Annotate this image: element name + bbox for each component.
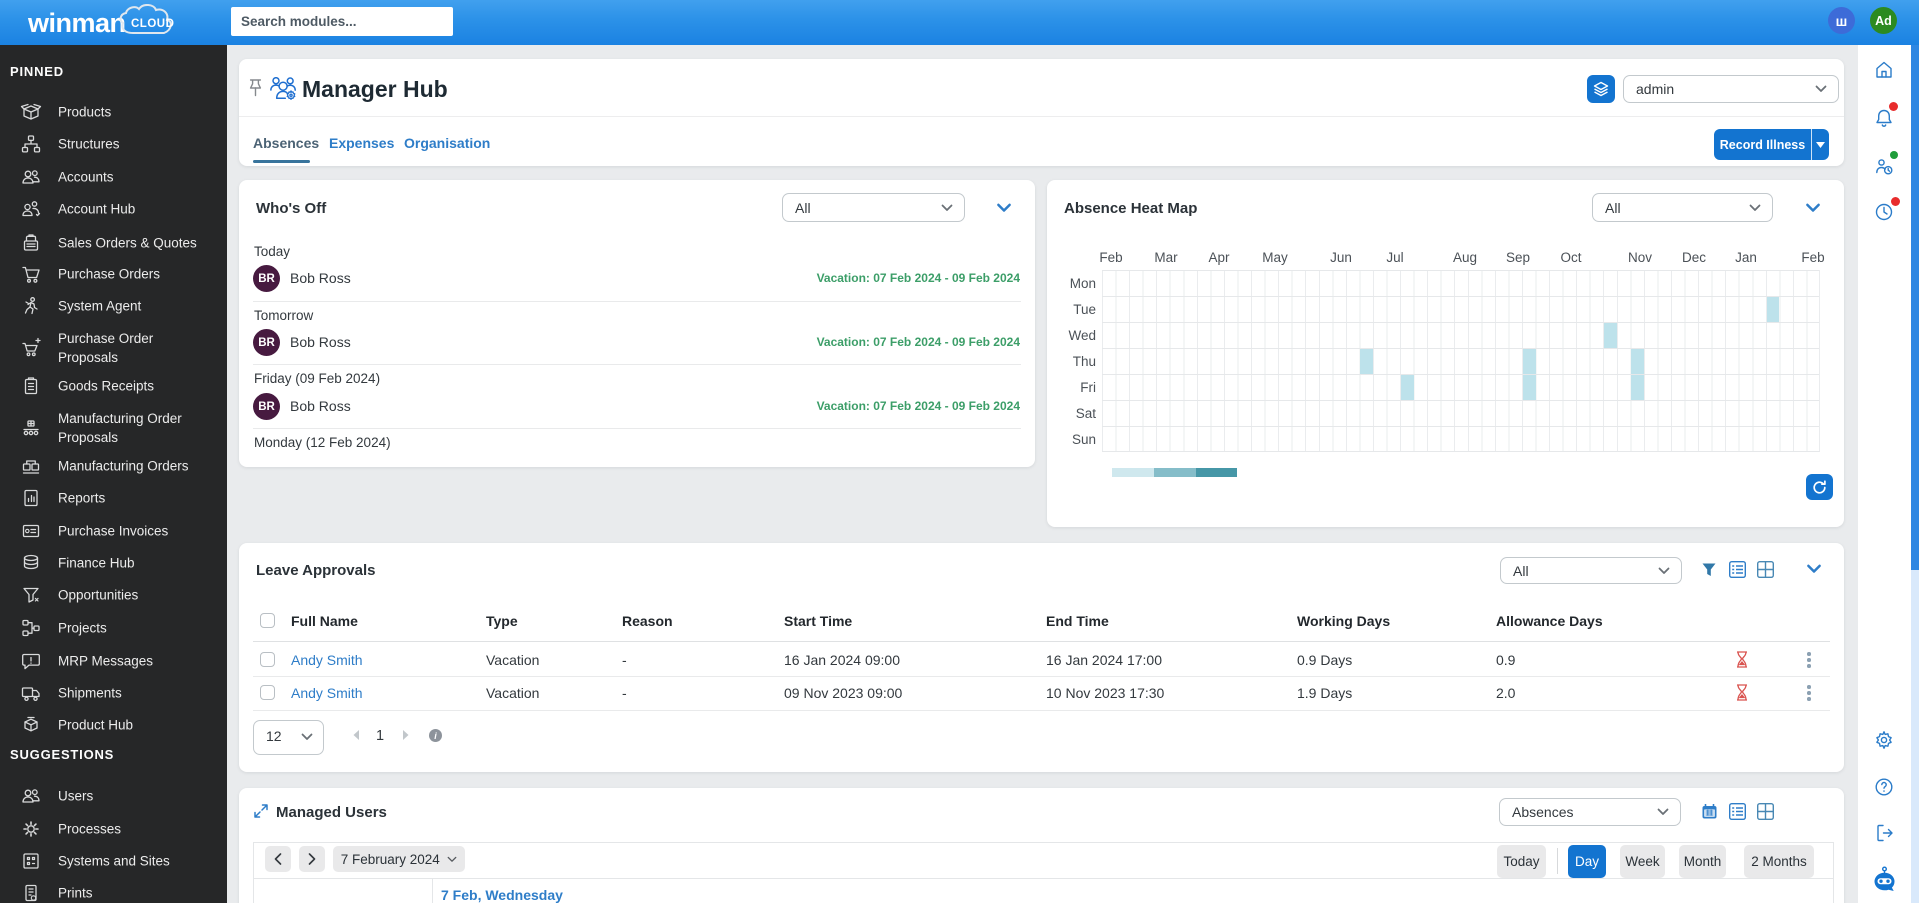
svg-text:CLOUD: CLOUD xyxy=(131,18,174,30)
